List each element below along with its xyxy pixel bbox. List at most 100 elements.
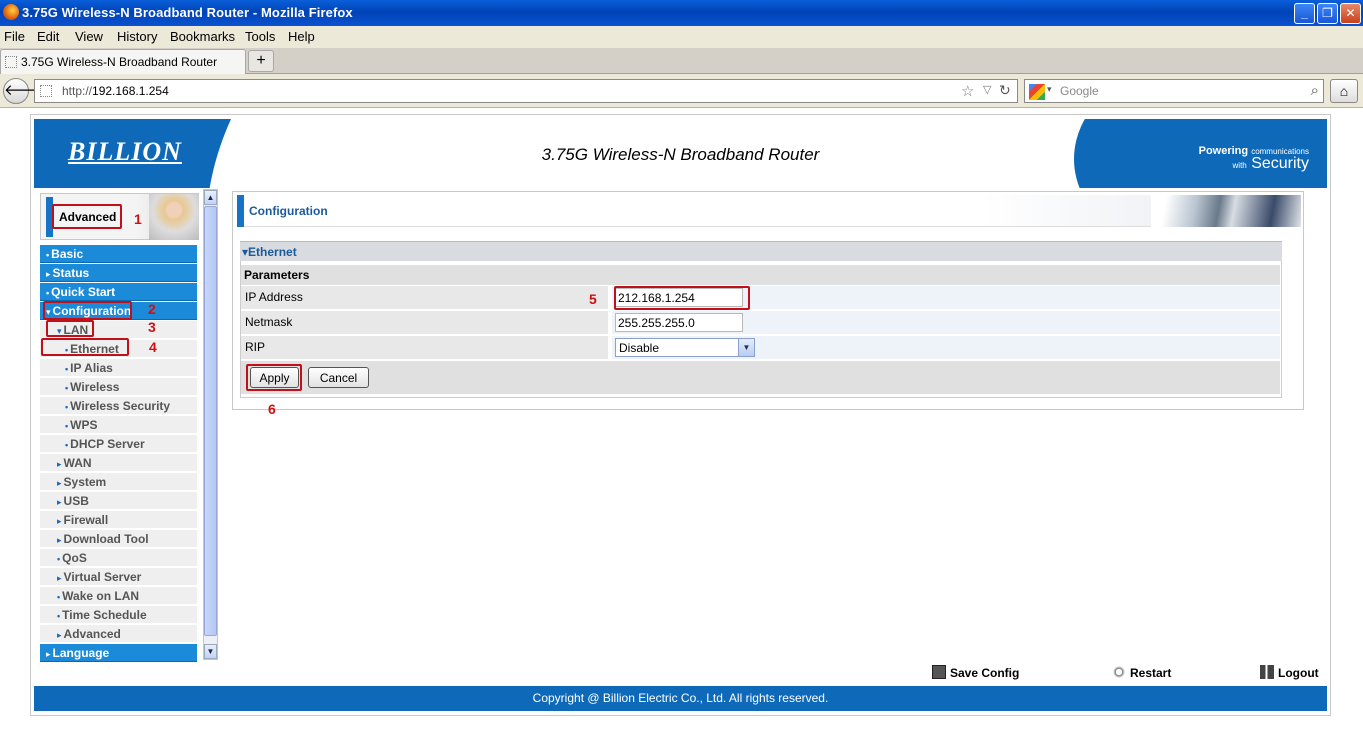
sidebar-item-label: • WPS xyxy=(65,418,98,432)
window-title: 3.75G Wireless-N Broadband Router - Mozi… xyxy=(22,5,353,20)
sidebar-item-quick-start[interactable]: • Quick Start xyxy=(40,283,197,301)
menu-tools[interactable]: Tools xyxy=(245,29,275,44)
back-arrow-icon[interactable]: 🡐 xyxy=(3,78,44,104)
cancel-button[interactable]: Cancel xyxy=(308,367,369,388)
sidebar-marker-icon: • xyxy=(57,554,61,564)
sidebar-marker-icon: • xyxy=(65,440,69,450)
annotation-number-1: 1 xyxy=(134,211,142,227)
url-bar[interactable]: http://192.168.1.254 ☆ ▽ ↻ xyxy=(34,79,1018,103)
chevron-down-icon[interactable]: ▼ xyxy=(738,339,754,356)
menu-history[interactable]: History xyxy=(117,29,157,44)
sidebar-item-basic[interactable]: • Basic xyxy=(40,245,197,263)
sidebar-item-download-tool[interactable]: ▸ Download Tool xyxy=(40,530,197,548)
sidebar-item-status[interactable]: ▸ Status xyxy=(40,264,197,282)
ip-address-row: IP Address xyxy=(241,286,1280,309)
sidebar-marker-icon: ▸ xyxy=(46,269,51,279)
menu-file[interactable]: File xyxy=(4,29,25,44)
banner: BILLION 3.75G Wireless-N Broadband Route… xyxy=(34,119,1327,188)
sidebar-item-label: ▸ WAN xyxy=(57,456,92,470)
new-tab-button[interactable]: + xyxy=(248,50,274,72)
url-text: http://192.168.1.254 xyxy=(62,84,169,98)
sidebar-marker-icon: • xyxy=(46,250,50,260)
button-row xyxy=(241,361,1280,394)
sidebar-item-qos[interactable]: • QoS xyxy=(40,549,197,567)
search-bar[interactable]: ▾ Google ⌕ xyxy=(1024,79,1324,103)
sidebar-marker-icon: ▸ xyxy=(57,478,62,488)
sidebar-item-usb[interactable]: ▸ USB xyxy=(40,492,197,510)
menu-help[interactable]: Help xyxy=(288,29,315,44)
sidebar-marker-icon: • xyxy=(65,402,69,412)
page-icon xyxy=(5,56,17,68)
sidebar-item-label: ▸ Virtual Server xyxy=(57,570,142,584)
scroll-up-icon[interactable]: ▲ xyxy=(204,190,217,205)
ip-address-label: IP Address xyxy=(245,290,303,304)
sidebar-item-ip-alias[interactable]: • IP Alias xyxy=(40,359,197,377)
sidebar-item-label: ▸ System xyxy=(57,475,107,489)
annotation-box-advanced xyxy=(52,204,122,229)
sidebar-marker-icon: • xyxy=(46,288,50,298)
sidebar-item-label: ▸ USB xyxy=(57,494,89,508)
sidebar-item-virtual-server[interactable]: ▸ Virtual Server xyxy=(40,568,197,586)
magnifier-icon[interactable]: ⌕ xyxy=(1311,82,1319,99)
woman-photo xyxy=(149,194,199,240)
menu-bookmarks[interactable]: Bookmarks xyxy=(170,29,235,44)
sidebar-marker-icon: • xyxy=(57,592,61,602)
parameters-row: Parameters xyxy=(241,265,1280,285)
sidebar-item-wan[interactable]: ▸ WAN xyxy=(40,454,197,472)
url-dropdown-icon[interactable]: ▽ xyxy=(983,83,991,96)
tab-label: 3.75G Wireless-N Broadband Router xyxy=(21,55,218,69)
logout-button[interactable]: Logout xyxy=(1260,665,1319,680)
scroll-down-icon[interactable]: ▼ xyxy=(204,644,217,659)
scroll-thumb[interactable] xyxy=(204,206,217,636)
sidebar-item-wireless-security[interactable]: • Wireless Security xyxy=(40,397,197,415)
firefox-icon xyxy=(3,4,19,20)
sidebar-marker-icon: ▸ xyxy=(57,630,62,640)
sidebar-marker-icon: ▸ xyxy=(57,516,62,526)
office-photo xyxy=(1151,195,1301,227)
sidebar-item-wake-on-lan[interactable]: • Wake on LAN xyxy=(40,587,197,605)
sidebar-item-label: ▸ Language xyxy=(46,646,110,660)
sidebar-marker-icon: • xyxy=(65,383,69,393)
close-window-button[interactable]: ✕ xyxy=(1340,3,1361,24)
menu-edit[interactable]: Edit xyxy=(37,29,59,44)
sidebar-item-system[interactable]: ▸ System xyxy=(40,473,197,491)
bookmark-star-icon[interactable]: ☆ xyxy=(961,82,974,100)
sidebar-item-label: • Wireless xyxy=(65,380,120,394)
sidebar-item-language[interactable]: ▸ Language xyxy=(40,644,197,662)
tab-router[interactable]: 3.75G Wireless-N Broadband Router xyxy=(0,49,246,74)
sidebar-scrollbar[interactable]: ▲ ▼ xyxy=(203,189,218,660)
annotation-number-3: 3 xyxy=(148,319,156,335)
sidebar-marker-icon: ▸ xyxy=(57,459,62,469)
search-engine-dropdown-icon[interactable]: ▾ xyxy=(1047,84,1052,95)
sidebar-item-wps[interactable]: • WPS xyxy=(40,416,197,434)
reload-icon[interactable]: ↻ xyxy=(999,82,1011,99)
sidebar-item-dhcp-server[interactable]: • DHCP Server xyxy=(40,435,197,453)
sidebar-item-wireless[interactable]: • Wireless xyxy=(40,378,197,396)
navigation-bar: 🡐 http://192.168.1.254 ☆ ▽ ↻ ▾ Google ⌕ … xyxy=(0,74,1363,108)
sidebar-item-firewall[interactable]: ▸ Firewall xyxy=(40,511,197,529)
ethernet-section-header[interactable]: ▾Ethernet xyxy=(240,241,1282,261)
restore-button[interactable]: ❐ xyxy=(1317,3,1338,24)
sidebar-item-label: • Time Schedule xyxy=(57,608,147,622)
menu-view[interactable]: View xyxy=(75,29,103,44)
sidebar-item-time-schedule[interactable]: • Time Schedule xyxy=(40,606,197,624)
header-accent xyxy=(237,195,244,227)
minimize-button[interactable]: _ xyxy=(1294,3,1315,24)
netmask-row: Netmask xyxy=(241,311,1280,334)
google-icon[interactable] xyxy=(1029,84,1045,100)
tab-bar: 3.75G Wireless-N Broadband Router + xyxy=(0,48,1363,74)
search-placeholder: Google xyxy=(1060,84,1099,98)
annotation-number-6: 6 xyxy=(268,401,276,417)
rip-select[interactable]: Disable ▼ xyxy=(615,338,755,357)
sidebar-item-label: ▸ Status xyxy=(46,266,90,280)
powering-security-logo: Powering communications with Security xyxy=(1198,145,1309,172)
home-icon[interactable]: ⌂ xyxy=(1330,79,1358,103)
banner-title: 3.75G Wireless-N Broadband Router xyxy=(541,145,820,164)
netmask-input[interactable] xyxy=(615,313,743,332)
save-config-button[interactable]: Save Config xyxy=(932,665,1019,680)
sidebar-marker-icon: ▸ xyxy=(57,497,62,507)
ethernet-section-title: ▾Ethernet xyxy=(242,245,297,259)
restart-button[interactable]: Restart xyxy=(1112,665,1171,680)
sidebar-item-advanced[interactable]: ▸ Advanced xyxy=(40,625,197,643)
annotation-box-ethernet xyxy=(41,338,129,356)
